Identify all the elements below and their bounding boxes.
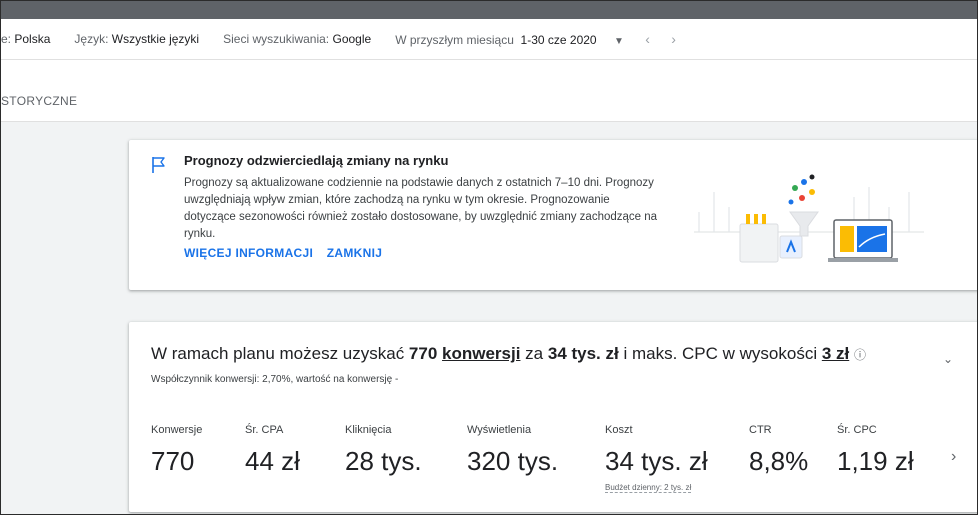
period-label: W przyszłym miesiącu xyxy=(395,33,514,47)
metric-value: 34 tys. zł xyxy=(605,446,708,476)
more-info-link[interactable]: WIĘCEJ INFORMACJI xyxy=(184,246,313,260)
metric-avg-cpc[interactable]: Śr. CPC 1,19 zł xyxy=(837,424,914,477)
metric-ctr[interactable]: CTR 8,8% xyxy=(749,424,808,477)
network-label: Sieci wyszukiwania: xyxy=(223,32,330,46)
metric-value: 320 tys. xyxy=(467,446,559,476)
close-link[interactable]: ZAMKNIJ xyxy=(327,246,382,260)
plan-summary: W ramach planu możesz uzyskać 770 konwer… xyxy=(151,344,866,364)
metric-clicks[interactable]: Kliknięcia 28 tys. xyxy=(345,424,422,477)
chevron-right-icon[interactable]: › xyxy=(951,448,956,466)
metric-conversions[interactable]: Konwersje 770 xyxy=(151,424,202,477)
tab-historic[interactable]: STORYCZNE xyxy=(1,94,77,108)
plan-subtitle: Współczynnik konwersji: 2,70%, wartość n… xyxy=(151,374,399,385)
metric-value: 8,8% xyxy=(749,446,809,476)
app-frame: e: Polska Język: Wszystkie języki Sieci … xyxy=(0,0,978,515)
notice-links: WIĘCEJ INFORMACJI ZAMKNIJ xyxy=(184,246,392,260)
flag-icon xyxy=(152,157,165,173)
metric-label: CTR xyxy=(749,424,772,436)
chevron-right-icon[interactable]: › xyxy=(671,31,676,47)
language-value: Wszystkie języki xyxy=(111,32,200,46)
notice-body: Prognozy są aktualizowane codziennie na … xyxy=(184,177,658,240)
language-label: Język: xyxy=(74,32,109,46)
filter-bar: e: Polska Język: Wszystkie języki Sieci … xyxy=(1,19,977,60)
summary-text-2: za xyxy=(520,344,548,363)
caret-down-icon[interactable]: ▼ xyxy=(614,36,624,47)
metric-impressions[interactable]: Wyświetlenia 320 tys. xyxy=(467,424,558,477)
chevron-left-icon[interactable]: ‹ xyxy=(645,31,650,47)
main-content: Prognozy odzwierciedlają zmiany na rynku… xyxy=(1,122,977,514)
metric-label: Śr. CPC xyxy=(837,424,877,436)
top-bar xyxy=(1,1,977,19)
summary-cost: 34 tys. zł xyxy=(547,344,619,363)
metric-label: Koszt xyxy=(605,424,633,436)
market-notice-card: Prognozy odzwierciedlają zmiany na rynku… xyxy=(129,140,977,290)
period-filter[interactable]: W przyszłym miesiącu 1-30 cze 2020 ▼ ‹ › xyxy=(395,31,676,47)
summary-max-cpc-link[interactable]: 3 zł xyxy=(822,344,849,363)
metric-value: 770 xyxy=(151,446,195,476)
metric-label: Wyświetlenia xyxy=(467,424,532,436)
metric-avg-cpa[interactable]: Śr. CPA 44 zł xyxy=(245,424,300,477)
notice-title: Prognozy odzwierciedlają zmiany na rynku xyxy=(184,153,449,168)
forecast-illustration xyxy=(694,174,924,263)
summary-conversions: 770 xyxy=(408,344,438,363)
summary-text-3: i maks. CPC w wysokości xyxy=(618,344,822,363)
chevron-down-icon[interactable]: ⌄ xyxy=(943,352,953,366)
location-value: Polska xyxy=(14,32,51,46)
language-filter[interactable]: Język: Wszystkie języki xyxy=(74,32,199,46)
metric-label: Kliknięcia xyxy=(345,424,392,436)
metric-label: Śr. CPA xyxy=(245,424,284,436)
network-value: Google xyxy=(332,32,372,46)
help-icon[interactable]: ⓘ xyxy=(854,348,866,362)
metric-label: Konwersje xyxy=(151,424,203,436)
summary-text-1: W ramach planu możesz uzyskać xyxy=(151,344,409,363)
tab-bar: STORYCZNE xyxy=(1,60,977,122)
period-value: 1-30 cze 2020 xyxy=(520,33,597,47)
metric-value: 1,19 zł xyxy=(837,446,914,476)
plan-summary-card: W ramach planu możesz uzyskać 770 konwer… xyxy=(129,322,977,512)
daily-budget-note[interactable]: Budżet dzienny: 2 tys. zł xyxy=(605,483,692,493)
metric-value: 44 zł xyxy=(245,446,300,476)
location-filter[interactable]: e: Polska xyxy=(1,32,50,46)
metric-value: 28 tys. xyxy=(345,446,422,476)
summary-conversions-link[interactable]: konwersji xyxy=(442,344,520,363)
location-label: e: xyxy=(1,32,12,46)
metric-cost[interactable]: Koszt 34 tys. zł Budżet dzienny: 2 tys. … xyxy=(605,424,708,495)
network-filter[interactable]: Sieci wyszukiwania: Google xyxy=(223,32,371,46)
